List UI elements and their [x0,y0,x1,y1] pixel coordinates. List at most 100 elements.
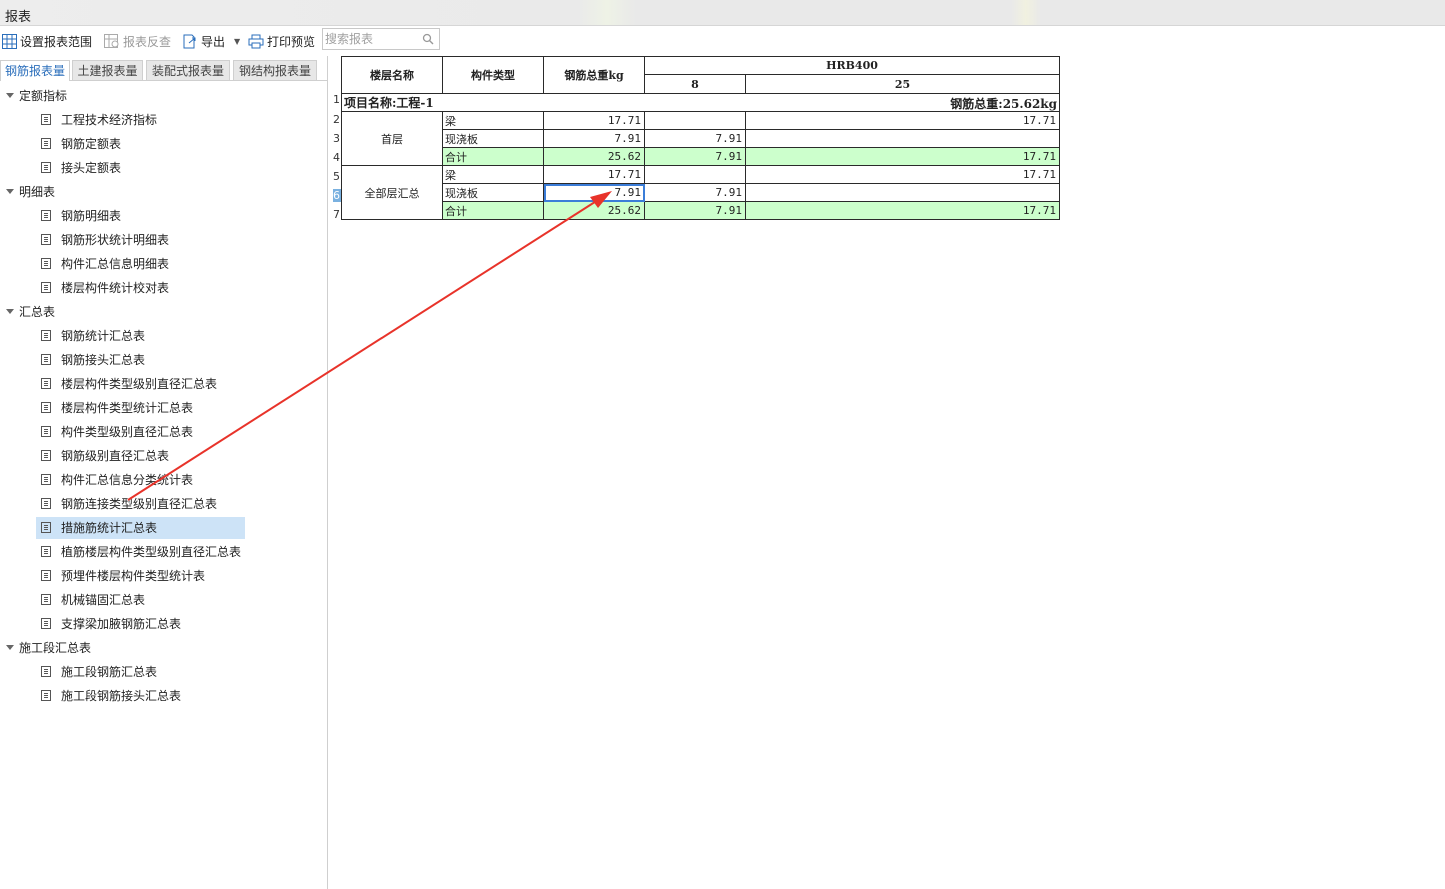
print-preview-button[interactable]: 打印预览 [248,32,315,50]
caret-down-icon[interactable] [6,309,14,314]
report-table: 楼层名称 构件类型 钢筋总重kg HRB400 8 25 项目名称:工程-1 钢… [341,56,1060,220]
tree-item[interactable]: 楼层构件类型统计汇总表 [0,397,320,419]
row-number[interactable]: 1 [333,93,341,106]
tree-item[interactable]: 楼层构件统计校对表 [0,277,320,299]
print-preview-label: 打印预览 [267,34,316,49]
tree-item[interactable]: 钢筋定额表 [0,133,320,155]
project-total-weight: 钢筋总重:25.62kg [950,97,1057,111]
d8-cell[interactable]: 7.91 [644,201,746,220]
set-range-button[interactable]: 设置报表范围 [2,32,92,50]
floor-cell[interactable]: 全部层汇总 [341,165,443,220]
total-cell-selected[interactable]: 7.91 [543,183,645,202]
table-row-subtotal[interactable]: 合计 25.62 7.91 17.71 [342,201,1060,220]
tree-item[interactable]: 钢筋连接类型级别直径汇总表 [0,493,320,515]
total-cell[interactable]: 25.62 [543,147,645,166]
tree-item[interactable]: 钢筋级别直径汇总表 [0,445,320,467]
d8-cell[interactable]: 7.91 [644,183,746,202]
project-row[interactable]: 项目名称:工程-1 钢筋总重:25.62kg [341,93,1060,112]
type-cell[interactable]: 梁 [442,165,544,184]
d25-cell[interactable] [745,129,1060,148]
document-icon [41,474,51,485]
tab-rebar-report[interactable]: 钢筋报表量 [0,60,70,81]
type-cell[interactable]: 现浇板 [442,183,544,202]
tree-item[interactable]: 钢筋形状统计明细表 [0,229,320,251]
document-icon [41,666,51,677]
d8-cell[interactable] [644,165,746,184]
header-dia-8: 8 [644,74,746,94]
total-cell[interactable]: 17.71 [543,165,645,184]
tab-civil-report[interactable]: 土建报表量 [72,60,143,80]
tree-item[interactable]: 构件汇总信息分类统计表 [0,469,320,491]
header-grade: HRB400 [644,56,1060,75]
tree-item[interactable]: 钢筋明细表 [0,205,320,227]
row-number-selected[interactable]: 6 [333,189,341,202]
document-icon [41,426,51,437]
project-name: 项目名称:工程-1 [344,96,434,110]
document-icon [41,354,51,365]
d25-cell[interactable] [745,183,1060,202]
tree-group-label: 施工段汇总表 [19,641,92,655]
tree-item[interactable]: 钢筋统计汇总表 [0,325,320,347]
tree-item[interactable]: 构件汇总信息明细表 [0,253,320,275]
export-icon [183,34,196,48]
caret-down-icon[interactable] [6,93,14,98]
d25-cell[interactable]: 17.71 [745,201,1060,220]
set-range-label: 设置报表范围 [20,34,93,49]
row-number[interactable]: 4 [333,151,341,164]
search-input[interactable] [325,30,417,48]
tree-item[interactable]: 构件类型级别直径汇总表 [0,421,320,443]
d8-cell[interactable]: 7.91 [644,129,746,148]
total-cell[interactable]: 17.71 [543,111,645,130]
caret-down-icon[interactable] [6,645,14,650]
tree-group-quota[interactable]: 定额指标 [0,85,320,107]
tree-item[interactable]: 楼层构件类型级别直径汇总表 [0,373,320,395]
tree-item[interactable]: 支撑梁加腋钢筋汇总表 [0,613,320,635]
total-cell[interactable]: 7.91 [543,129,645,148]
d25-cell[interactable]: 17.71 [745,111,1060,130]
header-type: 构件类型 [442,56,544,94]
tree-item-selected[interactable]: 措施筋统计汇总表 [36,517,245,539]
row-number[interactable]: 7 [333,208,341,221]
type-cell[interactable]: 合计 [442,147,544,166]
table-row[interactable]: 现浇板 7.91 7.91 [342,129,1060,148]
tree-item[interactable]: 接头定额表 [0,157,320,179]
export-button[interactable]: 导出 ▼ [182,32,240,50]
d8-cell[interactable] [644,111,746,130]
table-row[interactable]: 全部层汇总 梁 17.71 17.71 [341,165,1060,220]
chevron-down-icon[interactable]: ▼ [234,37,240,46]
d25-cell[interactable]: 17.71 [745,147,1060,166]
tree-item[interactable]: 钢筋接头汇总表 [0,349,320,371]
tree-item[interactable]: 机械锚固汇总表 [0,589,320,611]
total-cell[interactable]: 25.62 [543,201,645,220]
tree-item[interactable]: 施工段钢筋汇总表 [0,661,320,683]
table-row[interactable]: 首层 梁 17.71 17.71 [341,111,1060,166]
row-number[interactable]: 3 [333,132,341,145]
tree-group-label: 定额指标 [19,89,68,103]
type-cell[interactable]: 合计 [442,201,544,220]
tree-group-summary[interactable]: 汇总表 [0,301,320,323]
table-row-subtotal[interactable]: 合计 25.62 7.91 17.71 [342,147,1060,166]
floor-cell[interactable]: 首层 [341,111,443,166]
type-cell[interactable]: 梁 [442,111,544,130]
header-total: 钢筋总重kg [543,56,645,94]
d8-cell[interactable]: 7.91 [644,147,746,166]
caret-down-icon[interactable] [6,189,14,194]
tree-item[interactable]: 预埋件楼层构件类型统计表 [0,565,320,587]
tab-steel-report[interactable]: 钢结构报表量 [233,60,317,80]
document-icon [41,402,51,413]
row-number[interactable]: 2 [333,113,341,126]
row-number[interactable]: 5 [333,170,341,183]
tree-item[interactable]: 工程技术经济指标 [0,109,320,131]
search-icon[interactable] [422,33,434,45]
tab-prefab-report[interactable]: 装配式报表量 [146,60,230,80]
tree-group-construction-stage[interactable]: 施工段汇总表 [0,637,320,659]
table-row[interactable]: 现浇板 7.91 7.91 [342,183,1060,202]
tree-group-detail[interactable]: 明细表 [0,181,320,203]
reverse-check-button[interactable]: 报表反查 [104,32,171,50]
report-list-panel: 钢筋报表量 土建报表量 装配式报表量 钢结构报表量 定额指标 工程技术经济指标 … [0,56,328,889]
type-cell[interactable]: 现浇板 [442,129,544,148]
d25-cell[interactable]: 17.71 [745,165,1060,184]
tree-item[interactable]: 施工段钢筋接头汇总表 [0,685,320,707]
title-bar: 报表 [0,0,1445,26]
tree-item[interactable]: 植筋楼层构件类型级别直径汇总表 [0,541,320,563]
